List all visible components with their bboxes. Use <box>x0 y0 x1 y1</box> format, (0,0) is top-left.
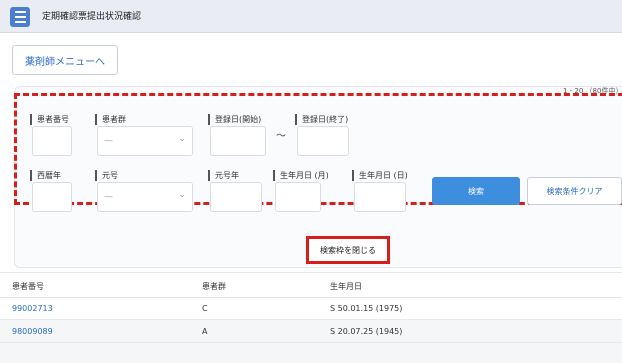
table-row[interactable]: 98009089 A S 20.07.25 (1945) <box>0 320 622 343</box>
era-select[interactable]: — ⌄ <box>97 182 193 212</box>
birth-day-label: 生年月日 (日) <box>352 170 408 181</box>
pharmacist-menu-button[interactable]: 薬剤師メニューへ <box>12 45 118 75</box>
table-row[interactable] <box>0 343 622 363</box>
reg-end-label: 登録日(終了) <box>295 114 348 125</box>
birthdate-cell: S 50.01.15 (1975) <box>330 304 403 313</box>
column-header-patient-no[interactable]: 患者番号 <box>12 281 44 292</box>
reg-start-input[interactable] <box>210 126 266 156</box>
table-row[interactable]: 99002713 C S 50.01.15 (1975) <box>0 297 622 320</box>
patient-no-link[interactable]: 98009089 <box>12 327 53 336</box>
patient-group-cell: A <box>202 327 208 336</box>
era-value: — <box>104 192 113 202</box>
patient-no-label: 患者番号 <box>30 114 69 125</box>
page-title: 定期確認票提出状況確認 <box>42 12 142 22</box>
column-header-patient-group[interactable]: 患者群 <box>202 281 226 292</box>
era-year-input[interactable] <box>210 182 262 212</box>
western-year-label: 西暦年 <box>30 170 61 181</box>
era-year-label: 元号年 <box>208 170 239 181</box>
patient-no-link[interactable]: 99002713 <box>12 304 53 313</box>
chevron-down-icon: ⌄ <box>178 190 186 200</box>
reg-start-label: 登録日(開始) <box>208 114 261 125</box>
search-button[interactable]: 検索 <box>432 177 520 205</box>
top-bar: 定期確認票提出状況確認 <box>0 0 622 33</box>
birth-month-input[interactable] <box>275 182 321 212</box>
patient-group-label: 患者群 <box>95 114 126 125</box>
table-header: 患者番号 患者群 生年月日 <box>0 272 622 298</box>
column-header-birthdate[interactable]: 生年月日 <box>330 281 362 292</box>
era-label: 元号 <box>95 170 118 181</box>
chevron-down-icon: ⌄ <box>178 134 186 144</box>
reg-end-input[interactable] <box>297 126 349 156</box>
patient-group-cell: C <box>202 304 208 313</box>
clear-search-button[interactable]: 検索条件クリア <box>527 177 622 205</box>
patient-no-input[interactable] <box>32 126 72 156</box>
patient-group-select[interactable]: — ⌄ <box>97 126 193 156</box>
birth-month-label: 生年月日 (月) <box>273 170 329 181</box>
hamburger-menu-icon[interactable] <box>10 7 30 27</box>
birth-day-input[interactable] <box>354 182 406 212</box>
close-search-button[interactable]: 検索枠を閉じる <box>306 236 390 264</box>
birthdate-cell: S 20.07.25 (1945) <box>330 327 403 336</box>
western-year-input[interactable] <box>32 182 72 212</box>
patient-group-value: — <box>104 136 113 146</box>
range-separator: 〜 <box>276 131 286 142</box>
